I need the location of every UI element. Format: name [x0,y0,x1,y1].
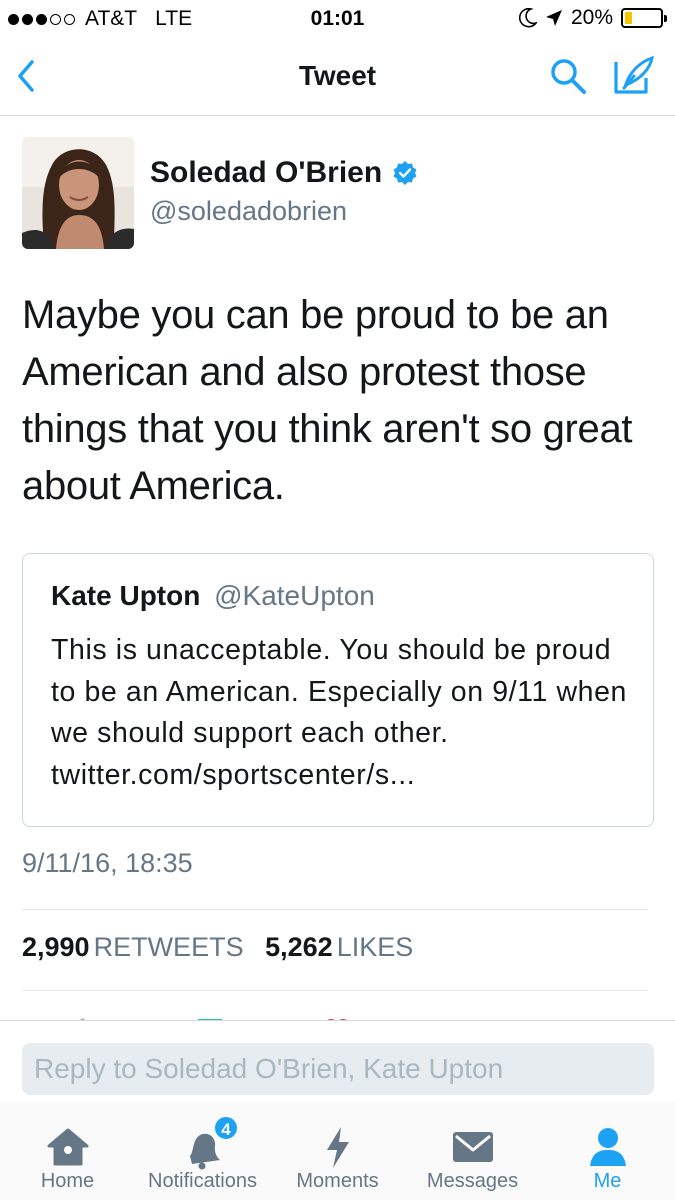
tweet-actions [0,1012,675,1020]
tab-home[interactable]: Home [0,1112,135,1198]
quoted-tweet-card[interactable]: Kate Upton @KateUpton This is unacceptab… [22,553,654,827]
divider [22,990,648,991]
tweet-text: Maybe you can be proud to be an American… [22,293,633,508]
like-icon[interactable] [322,1012,352,1020]
tab-label: Moments [296,1170,379,1192]
compose-icon[interactable] [612,54,656,96]
lightning-icon [327,1127,349,1168]
tab-bar: Home 4 Notifications Moments Messages Me [0,1102,675,1200]
quoted-tweet-text: This is unacceptable. You should be prou… [51,634,628,791]
notification-badge: 4 [213,1115,239,1141]
avatar[interactable] [22,137,134,249]
quoted-tweet-header: Kate Upton @KateUpton [51,580,375,612]
status-bar: AT&T LTE 01:01 20% [0,0,675,40]
author-name-text: Soledad O'Brien [150,156,383,189]
tab-moments[interactable]: Moments [270,1112,405,1198]
search-icon[interactable] [548,56,588,96]
tab-messages[interactable]: Messages [405,1112,540,1198]
author-handle[interactable]: @soledadobrien [150,196,347,227]
navigation-bar: Tweet [0,40,675,116]
tweet-stats: 2,990 RETWEETS 5,262 LIKES [22,932,427,963]
tab-label: Notifications [148,1170,257,1192]
reply-input[interactable] [22,1043,654,1095]
status-right: 20% [518,6,667,30]
retweet-icon[interactable] [194,1012,226,1020]
tab-label: Messages [426,1170,519,1192]
tab-me[interactable]: Me [540,1112,675,1198]
quoted-author-name: Kate Upton [51,580,201,611]
verified-badge-icon [393,161,417,185]
tweet-timestamp: 9/11/16, 18:35 [22,848,193,878]
tab-notifications[interactable]: 4 Notifications [135,1112,270,1198]
retweets-count[interactable]: 2,990 [22,932,90,962]
divider [22,909,648,910]
share-icon[interactable] [446,1012,480,1020]
moon-icon [518,8,537,28]
quoted-author-handle: @KateUpton [214,580,375,611]
likes-count[interactable]: 5,262 [265,932,333,962]
reply-bar [0,1020,675,1102]
location-arrow-icon [545,10,562,26]
person-icon [590,1128,626,1166]
likes-label[interactable]: LIKES [337,932,414,962]
envelope-icon [453,1132,493,1162]
battery-percent: 20% [570,6,613,29]
tab-label: Home [40,1170,95,1192]
battery-icon [621,8,667,28]
home-icon [47,1128,89,1166]
author-name[interactable]: Soledad O'Brien [150,156,418,190]
reply-icon[interactable] [72,1012,92,1020]
retweets-label[interactable]: RETWEETS [94,932,244,962]
tab-label: Me [593,1170,622,1192]
